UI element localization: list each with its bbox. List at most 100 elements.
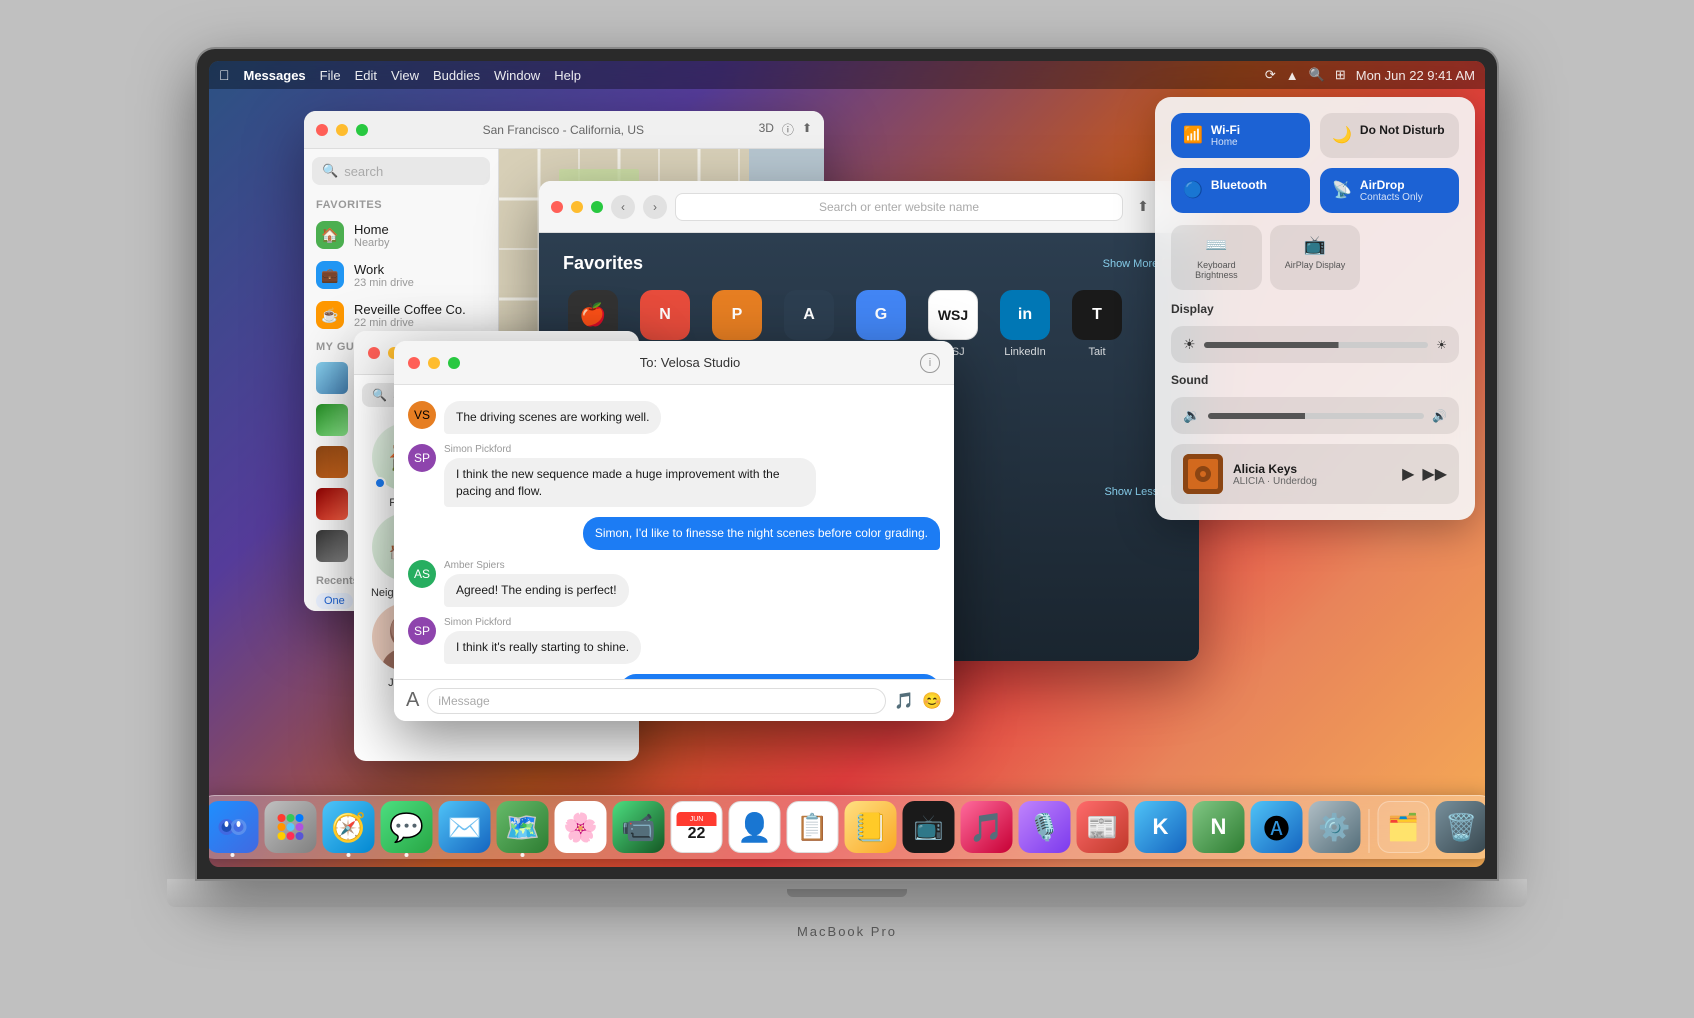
maps-home-item[interactable]: 🏠 Home Nearby [304, 215, 498, 255]
macbook-lid:  Messages File Edit View Buddies Window… [197, 49, 1497, 879]
dock-safari[interactable]: 🧭 [323, 801, 375, 853]
dock-contacts[interactable]: 👤 [729, 801, 781, 853]
messages-audio-btn[interactable]: 🎵 [894, 691, 914, 711]
maps-icon: 🗺️ [505, 811, 540, 844]
maps-work-item[interactable]: 💼 Work 23 min drive [304, 255, 498, 295]
reminders-icon: 📋 [796, 812, 828, 843]
search-menubar-icon[interactable]: 🔍 [1309, 67, 1325, 83]
safari-address-bar[interactable]: Search or enter website name [675, 193, 1123, 221]
cc-top-grid: 📶 Wi-Fi Home 🌙 Do Not Disturb [1171, 113, 1459, 213]
messages-apps-btn[interactable]: A [406, 689, 419, 712]
close-button[interactable] [316, 124, 328, 136]
maps-info-btn[interactable]: ⓘ [782, 121, 794, 138]
dock-notes[interactable]: 📒 [845, 801, 897, 853]
dock-sysprefs[interactable]: ⚙️ [1309, 801, 1361, 853]
maps-recent-one[interactable]: One [316, 593, 353, 609]
dock-music[interactable]: 🎵 [961, 801, 1013, 853]
dock-facetime[interactable]: 📹 [613, 801, 665, 853]
cc-display-slider[interactable] [1204, 342, 1429, 348]
dock-appletv[interactable]: 📺 [903, 801, 955, 853]
maps-3d-btn[interactable]: 3D [759, 121, 774, 138]
menubar-buddies[interactable]: Buddies [433, 68, 480, 83]
messages-close-btn[interactable] [408, 357, 420, 369]
dock-mail[interactable]: ✉️ [439, 801, 491, 853]
control-center-panel[interactable]: 📶 Wi-Fi Home 🌙 Do Not Disturb [1155, 97, 1475, 520]
safari-minimize-btn[interactable] [571, 201, 583, 213]
messages-window[interactable]: To: Velosa Studio i VS The driving scene… [394, 341, 954, 721]
contacts-close-btn[interactable] [368, 347, 380, 359]
cc-display-section: Display ☀ ☀ [1171, 302, 1459, 363]
msg-sender-2: Simon Pickford [444, 444, 816, 455]
dock-numbers[interactable]: N [1193, 801, 1245, 853]
dock-messages[interactable]: 💬 [381, 801, 433, 853]
cc-display-slider-row[interactable]: ☀ ☀ [1171, 326, 1459, 363]
dock-finder[interactable] [209, 801, 259, 853]
dock-appstore[interactable]: 🅐 [1251, 801, 1303, 853]
menubar-help[interactable]: Help [554, 68, 581, 83]
messages-minimize-btn[interactable] [428, 357, 440, 369]
dock-keynote[interactable]: K [1135, 801, 1187, 853]
msg-bubble-5: I think it's really starting to shine. [444, 631, 641, 664]
dock-photos[interactable]: 🌸 [555, 801, 607, 853]
menubar-edit[interactable]: Edit [355, 68, 377, 83]
safari-close-btn[interactable] [551, 201, 563, 213]
menubar-app-name[interactable]: Messages [244, 68, 306, 83]
cc-sound-header: Sound [1171, 373, 1459, 393]
brightness-low-icon: ☀ [1183, 336, 1196, 353]
msg-content-4: Amber Spiers Agreed! The ending is perfe… [444, 560, 629, 607]
safari-fav-google-icon: G [856, 290, 906, 340]
cc-sound-slider[interactable] [1208, 413, 1424, 419]
maps-guide-one-img [316, 488, 348, 520]
dock-news[interactable]: 📰 [1077, 801, 1129, 853]
cc-next-btn[interactable]: ▶▶ [1422, 464, 1447, 484]
cc-sound-slider-row[interactable]: 🔉 🔊 [1171, 397, 1459, 434]
calendar-month: JUN [677, 812, 717, 826]
appstore-icon: 🅐 [1263, 809, 1289, 846]
safari-forward-btn[interactable]: › [643, 195, 667, 219]
dock-trash[interactable]: 🗑️ [1436, 801, 1486, 853]
messages-info-btn[interactable]: i [920, 353, 940, 373]
messages-imessage-field[interactable]: iMessage [427, 688, 886, 714]
minimize-button[interactable] [336, 124, 348, 136]
safari-maximize-btn[interactable] [591, 201, 603, 213]
messages-emoji-btn[interactable]: 😊 [922, 691, 942, 711]
wifi-icon: 📶 [1183, 125, 1203, 145]
cc-airdrop-tile[interactable]: 📡 AirDrop Contacts Only [1320, 168, 1459, 213]
safari-share-btn[interactable]: ⬆ [1131, 195, 1155, 219]
dock-reminders[interactable]: 📋 [787, 801, 839, 853]
safari-fav-itsnicethat-icon: N [640, 290, 690, 340]
safari-fav-linkedin[interactable]: in LinkedIn [995, 290, 1055, 370]
messages-maximize-btn[interactable] [448, 357, 460, 369]
cc-kb-label: Keyboard Brightness [1181, 260, 1252, 280]
cc-bluetooth-tile[interactable]: 🔵 Bluetooth [1171, 168, 1310, 213]
cc-wifi-tile[interactable]: 📶 Wi-Fi Home [1171, 113, 1310, 158]
dock-desktop-folder[interactable]: 🗂️ [1378, 801, 1430, 853]
dock-launchpad[interactable] [265, 801, 317, 853]
volume-low-icon: 🔉 [1183, 407, 1200, 424]
dock-podcasts[interactable]: 🎙️ [1019, 801, 1071, 853]
safari-fav-tait[interactable]: T Tait [1067, 290, 1127, 370]
menubar-window[interactable]: Window [494, 68, 540, 83]
dock-maps[interactable]: 🗺️ [497, 801, 549, 853]
maps-coffee-sub: 22 min drive [354, 317, 466, 329]
maximize-button[interactable] [356, 124, 368, 136]
maps-search-bar[interactable]: 🔍 search [312, 157, 490, 185]
maps-guide-newyork-img [316, 530, 348, 562]
wifi-menubar-icon[interactable]: ⟳ [1265, 67, 1276, 83]
safari-back-btn[interactable]: ‹ [611, 195, 635, 219]
apple-menu[interactable]:  [219, 67, 230, 83]
menubar-file[interactable]: File [320, 68, 341, 83]
maps-toolbar: 3D ⓘ ⬆ [759, 121, 812, 138]
cc-play-btn[interactable]: ▶ [1402, 464, 1414, 484]
wifi-signal-icon[interactable]: ▲ [1286, 68, 1299, 83]
cc-np-song: Underdog [1273, 476, 1317, 487]
cc-airplay-tile[interactable]: 📺 AirPlay Display [1270, 225, 1361, 290]
cc-keyboard-brightness-tile[interactable]: ⌨️ Keyboard Brightness [1171, 225, 1262, 290]
control-center-icon[interactable]: ⊞ [1335, 67, 1346, 83]
maps-share-btn[interactable]: ⬆ [802, 121, 812, 138]
menubar-view[interactable]: View [391, 68, 419, 83]
cc-dnd-tile[interactable]: 🌙 Do Not Disturb [1320, 113, 1459, 158]
maps-coffee-item[interactable]: ☕ Reveille Coffee Co. 22 min drive [304, 295, 498, 335]
dock-calendar[interactable]: JUN 22 [671, 801, 723, 853]
safari-fav-wsj-icon: WSJ [928, 290, 978, 340]
